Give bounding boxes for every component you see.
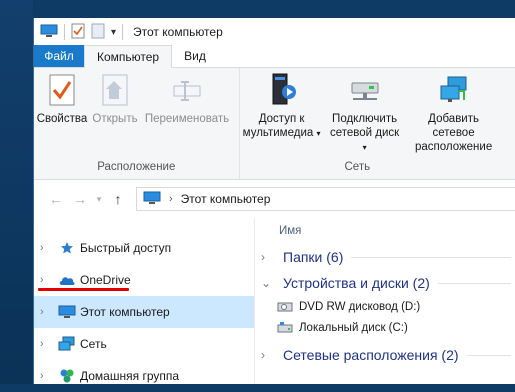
drive-label: Локальный диск (C:): [299, 321, 408, 334]
media-access-label-line2-wrap: мультимедиа ▾: [243, 126, 321, 141]
forward-arrow-icon[interactable]: →: [68, 191, 92, 207]
separator: [64, 24, 65, 40]
media-access-button[interactable]: Доступ к мультимедиа ▾: [240, 72, 324, 158]
group-title: Папки (6): [283, 249, 344, 265]
window-title: Этот компьютер: [133, 25, 223, 39]
red-underline-annotation: [38, 288, 129, 291]
nav-item-homegroup[interactable]: › Домашняя группа: [34, 360, 254, 392]
ribbon-tabs: Файл Компьютер Вид: [34, 45, 515, 68]
content-area: › Быстрый доступ › OneDrive › Этот компь…: [34, 218, 515, 384]
properties-button[interactable]: Свойства: [34, 72, 90, 158]
nav-item-quick-access[interactable]: › Быстрый доступ: [34, 232, 254, 264]
group-divider: [437, 282, 511, 284]
group-title: Устройства и диски (2): [283, 275, 430, 291]
group-title: Сетевые расположения (2): [283, 347, 459, 363]
tab-view[interactable]: Вид: [172, 45, 218, 67]
list-item-local-disk[interactable]: Локальный диск (C:): [261, 317, 515, 338]
properties-label: Свойства: [36, 113, 88, 125]
customize-toolbar-chevron-icon[interactable]: ▾: [111, 27, 116, 38]
map-drive-label-line1: Подключить: [332, 113, 398, 125]
address-bar[interactable]: › Этот компьютер: [136, 187, 515, 211]
open-label: Открыть: [92, 113, 138, 125]
local-disk-icon: [277, 321, 293, 335]
chevron-right-icon[interactable]: ›: [40, 338, 54, 350]
nav-item-label: OneDrive: [80, 273, 131, 287]
navigation-bar: ← → ▾ ↑ › Этот компьютер: [34, 180, 515, 218]
recent-locations-icon[interactable]: ▾: [92, 194, 106, 205]
list-item-dvd-drive[interactable]: DVD RW дисковод (D:): [261, 296, 515, 317]
cloud-icon: [58, 272, 76, 288]
star-icon: [58, 240, 76, 256]
location-group-label: Расположение: [97, 161, 176, 173]
ribbon: Свойства Открыть Переименовать Расположе…: [34, 68, 515, 180]
file-explorer-window: ▾ Этот компьютер Файл Компьютер Вид Свой…: [33, 18, 515, 384]
new-folder-quick-icon[interactable]: [91, 23, 105, 42]
breadcrumb[interactable]: Этот компьютер: [181, 192, 271, 206]
navigation-pane: › Быстрый доступ › OneDrive › Этот компь…: [34, 218, 254, 384]
nav-item-this-pc[interactable]: › Этот компьютер: [34, 296, 254, 328]
add-location-label-line2: расположение: [414, 141, 493, 153]
nav-item-label: Этот компьютер: [80, 305, 170, 319]
media-server-icon: [265, 72, 299, 108]
network-drive-icon: [348, 72, 382, 108]
window-computer-icon: [40, 24, 58, 41]
properties-icon: [45, 72, 79, 108]
chevron-down-icon[interactable]: ⌄: [261, 276, 277, 290]
network-location-icon: [437, 72, 471, 108]
chevron-right-icon[interactable]: ›: [261, 250, 277, 264]
network-group-label: Сеть: [344, 161, 371, 173]
group-header-network-locations[interactable]: › Сетевые расположения (2): [261, 342, 515, 368]
open-button[interactable]: Открыть: [90, 72, 140, 158]
nav-item-label: Домашняя группа: [80, 369, 180, 383]
dvd-drive-icon: [277, 300, 293, 314]
media-access-label-line2: мультимедиа: [242, 127, 314, 139]
drive-label: DVD RW дисковод (D:): [299, 300, 421, 313]
chevron-right-icon[interactable]: ›: [40, 370, 54, 382]
group-divider: [466, 354, 511, 356]
rename-icon: [170, 72, 204, 108]
group-header-devices[interactable]: ⌄ Устройства и диски (2): [261, 270, 515, 296]
title-bar: ▾ Этот компьютер: [34, 18, 515, 46]
ribbon-group-network: Доступ к мультимедиа ▾ Подключить сетево…: [240, 68, 515, 179]
quick-access-toolbar: ▾: [40, 23, 116, 42]
map-network-drive-button[interactable]: Подключить сетевой диск ▾: [324, 72, 406, 158]
group-divider: [351, 256, 511, 258]
address-computer-icon: [143, 191, 161, 208]
up-arrow-icon[interactable]: ↑: [106, 191, 130, 207]
nav-item-network[interactable]: › Сеть: [34, 328, 254, 360]
chevron-right-icon[interactable]: ›: [40, 306, 54, 318]
ribbon-group-location: Свойства Открыть Переименовать Расположе…: [34, 68, 240, 179]
add-network-location-button[interactable]: Добавить сетевое расположение: [406, 72, 502, 158]
dropdown-arrow-icon: ▾: [362, 143, 367, 152]
computer-icon: [58, 304, 76, 320]
nav-item-onedrive[interactable]: › OneDrive: [34, 264, 254, 296]
chevron-right-icon[interactable]: ›: [261, 348, 277, 362]
group-header-folders[interactable]: › Папки (6): [261, 244, 515, 270]
tab-computer[interactable]: Компьютер: [84, 45, 173, 68]
open-icon: [98, 72, 132, 108]
separator: [122, 24, 124, 40]
add-location-label-line1: Добавить сетевое: [428, 113, 479, 139]
back-arrow-icon[interactable]: ←: [44, 191, 68, 207]
map-drive-label-line2-wrap: сетевой диск ▾: [327, 126, 403, 155]
tab-file[interactable]: Файл: [34, 45, 84, 67]
properties-quick-icon[interactable]: [71, 23, 85, 42]
chevron-right-icon[interactable]: ›: [40, 274, 54, 286]
nav-item-label: Сеть: [80, 337, 107, 351]
homegroup-icon: [58, 368, 76, 384]
dropdown-arrow-icon: ▾: [316, 129, 321, 138]
rename-button[interactable]: Переименовать: [140, 72, 234, 158]
rename-label: Переименовать: [144, 113, 230, 125]
file-list-pane: Имя › Папки (6) ⌄ Устройства и диски (2)…: [255, 218, 515, 384]
column-header-name[interactable]: Имя: [261, 218, 515, 244]
map-drive-label-line2: сетевой диск: [329, 127, 400, 139]
media-access-label-line1: Доступ к: [258, 113, 305, 125]
chevron-right-icon[interactable]: ›: [40, 242, 54, 254]
network-icon: [58, 336, 76, 352]
breadcrumb-chevron-icon[interactable]: ›: [169, 193, 173, 205]
desktop-background: [0, 0, 33, 384]
nav-item-label: Быстрый доступ: [80, 241, 172, 255]
